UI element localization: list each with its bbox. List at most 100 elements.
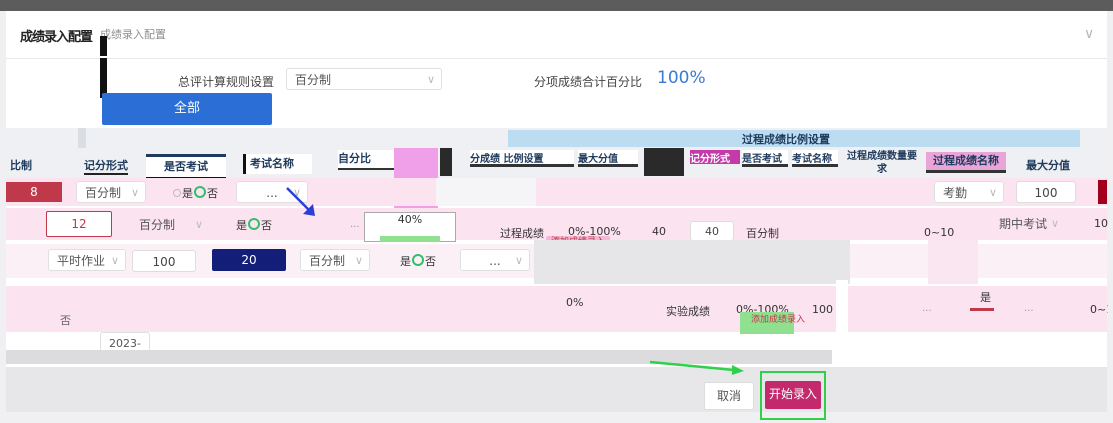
glitch-bar (100, 36, 107, 56)
rule-label: 总评计算规则设置 (178, 75, 275, 89)
chevron-down-icon: ∨ (354, 254, 363, 267)
chevron-down-icon: ∨ (988, 186, 997, 199)
col-exam-name: 考试名称 (243, 154, 312, 174)
glitch-block (928, 240, 978, 284)
start-entry-button[interactable]: 开始录入 (765, 381, 821, 409)
row2-exam-placeholder: ... (350, 219, 360, 230)
all-button[interactable]: 全部 (102, 93, 272, 125)
row2-ratio-input[interactable]: 12 (46, 211, 112, 237)
radio-yes-label: 是 (182, 187, 193, 200)
radio-yes-label: 是 (400, 255, 411, 268)
row4-no: 否 (60, 314, 71, 327)
row4-radio-fragment (970, 308, 994, 323)
row4-pct: 0% (566, 296, 584, 309)
col-scoring-mid: 记分形式 (690, 150, 740, 164)
col-process-ratio: 分成绩 比例设置 (470, 150, 574, 167)
sum-value: 100% (657, 68, 706, 88)
row2-v1: 40 (652, 225, 666, 238)
row3-scoring-value: 百分制 (309, 254, 346, 268)
row2-exam-radio[interactable]: 是否 (236, 217, 272, 233)
col-self-ratio: 自分比 (338, 150, 398, 170)
highlight-bar (380, 236, 440, 242)
glitch-block (436, 178, 536, 206)
radio-icon (173, 189, 181, 197)
row1-process-name[interactable]: 考勤 ∨ (934, 181, 1004, 203)
row2-pct-value: 40% (397, 213, 423, 226)
col-exam-name-mid: 考试名称 (792, 150, 838, 167)
radio-no-label: 否 (425, 255, 436, 268)
radio-yes-label: 是 (236, 219, 247, 232)
dialog-title-overlap: 成绩录入配置 (100, 28, 166, 41)
dialog-footer (6, 367, 1107, 412)
row3-name-value: 平时作业 (57, 254, 106, 268)
radio-no-label: 否 (261, 219, 272, 232)
col-is-exam-mid: 是否考试 (742, 150, 788, 167)
row4-exam-placeholder2: ... (1024, 303, 1034, 314)
collapse-chevron-icon[interactable]: ∨ (1084, 26, 1094, 42)
row4-count-range: 0~10 (1090, 303, 1108, 316)
row3-max-input[interactable]: 100 (132, 250, 196, 272)
row3-ratio-input[interactable]: 20 (212, 249, 286, 271)
top-bar (0, 0, 1113, 11)
glitch-block (534, 240, 850, 284)
radio-checked-icon (412, 254, 424, 266)
row3-scoring-select[interactable]: 百分制 ∨ (300, 249, 370, 271)
row2-process-label: 过程成绩 (500, 227, 544, 240)
chevron-down-icon: ∨ (514, 254, 523, 267)
glitch-bar (100, 58, 107, 98)
glitch-bar (644, 148, 684, 176)
rule-select-value: 百分制 (295, 73, 332, 87)
col-max-mid: 最大分值 (578, 150, 638, 167)
cancel-button[interactable]: 取消 (704, 382, 754, 410)
row4-max: 100 (812, 303, 833, 316)
row4-process-label: 实验成绩 (666, 305, 710, 318)
table-row (6, 286, 1107, 332)
row3-exam-select[interactable]: ... ∨ (460, 249, 530, 271)
row2-scoring2: 百分制 (746, 227, 779, 240)
process-group-title: 过程成绩比例设置 (742, 133, 830, 146)
row2-scoring-value: 百分制 (139, 218, 176, 232)
row3-exam-value: ... (489, 254, 501, 268)
row4-add-entry-tag[interactable]: 添加成绩录入 (748, 314, 808, 326)
col-max-score: 最大分值 (1026, 159, 1070, 172)
col-scoring: 记分形式 (84, 157, 128, 175)
row1-scoring-select[interactable]: 百分制 ∨ (76, 181, 146, 203)
chevron-down-icon: ∨ (194, 218, 203, 231)
radio-checked-icon (194, 186, 206, 198)
col-process-count: 过程成绩数量要求 (847, 151, 917, 175)
row2-max: 100 (1094, 217, 1108, 230)
row2-count-range: 0~10 (924, 226, 955, 239)
row1-ratio[interactable]: 8 (6, 182, 62, 202)
row2-scoring-select[interactable]: 百分制 ∨ (130, 213, 210, 235)
row1-max-input[interactable]: 100 (1016, 181, 1076, 203)
row3-exam-radio[interactable]: 是否 (400, 253, 436, 269)
col-ratio: 比制 (10, 159, 32, 172)
pointer-arrow-icon (649, 360, 744, 375)
dialog-title: 成绩录入配置 (20, 30, 93, 45)
row1-name-value: 考勤 (943, 186, 968, 200)
row1-delete-button[interactable] (1098, 180, 1107, 204)
row4-exam-placeholder: ... (922, 303, 932, 314)
row2-name-value: 期中考试 (999, 217, 1048, 231)
row1-exam-radio[interactable]: 是否 (172, 185, 218, 201)
row4-yes: 是 (980, 291, 991, 304)
chevron-down-icon: ∨ (426, 73, 435, 86)
chevron-down-icon: ∨ (1050, 217, 1059, 230)
chevron-down-icon: ∨ (110, 254, 119, 267)
radio-checked-icon (248, 218, 260, 230)
dialog-header (6, 11, 1107, 59)
radio-no-label: 否 (207, 187, 218, 200)
glitch-bar (440, 148, 452, 176)
row1-scoring-value: 百分制 (85, 186, 122, 200)
row3-process-name[interactable]: 平时作业 ∨ (48, 249, 126, 271)
pointer-arrow-icon (286, 187, 315, 216)
col-process-name: 过程成绩名称 (926, 152, 1006, 173)
row2-process-name[interactable]: 期中考试 ∨ (990, 212, 1066, 234)
chevron-down-icon: ∨ (130, 186, 139, 199)
col-is-exam: 是否考试 (146, 154, 226, 180)
rule-select[interactable]: 百分制 ∨ (286, 68, 442, 90)
row1-exam-value: ... (266, 186, 278, 200)
row4-year-value: 2023- (109, 337, 141, 350)
row2-v2-input[interactable]: 40 (690, 221, 734, 241)
sum-label: 分项成绩合计百分比 (534, 75, 643, 89)
